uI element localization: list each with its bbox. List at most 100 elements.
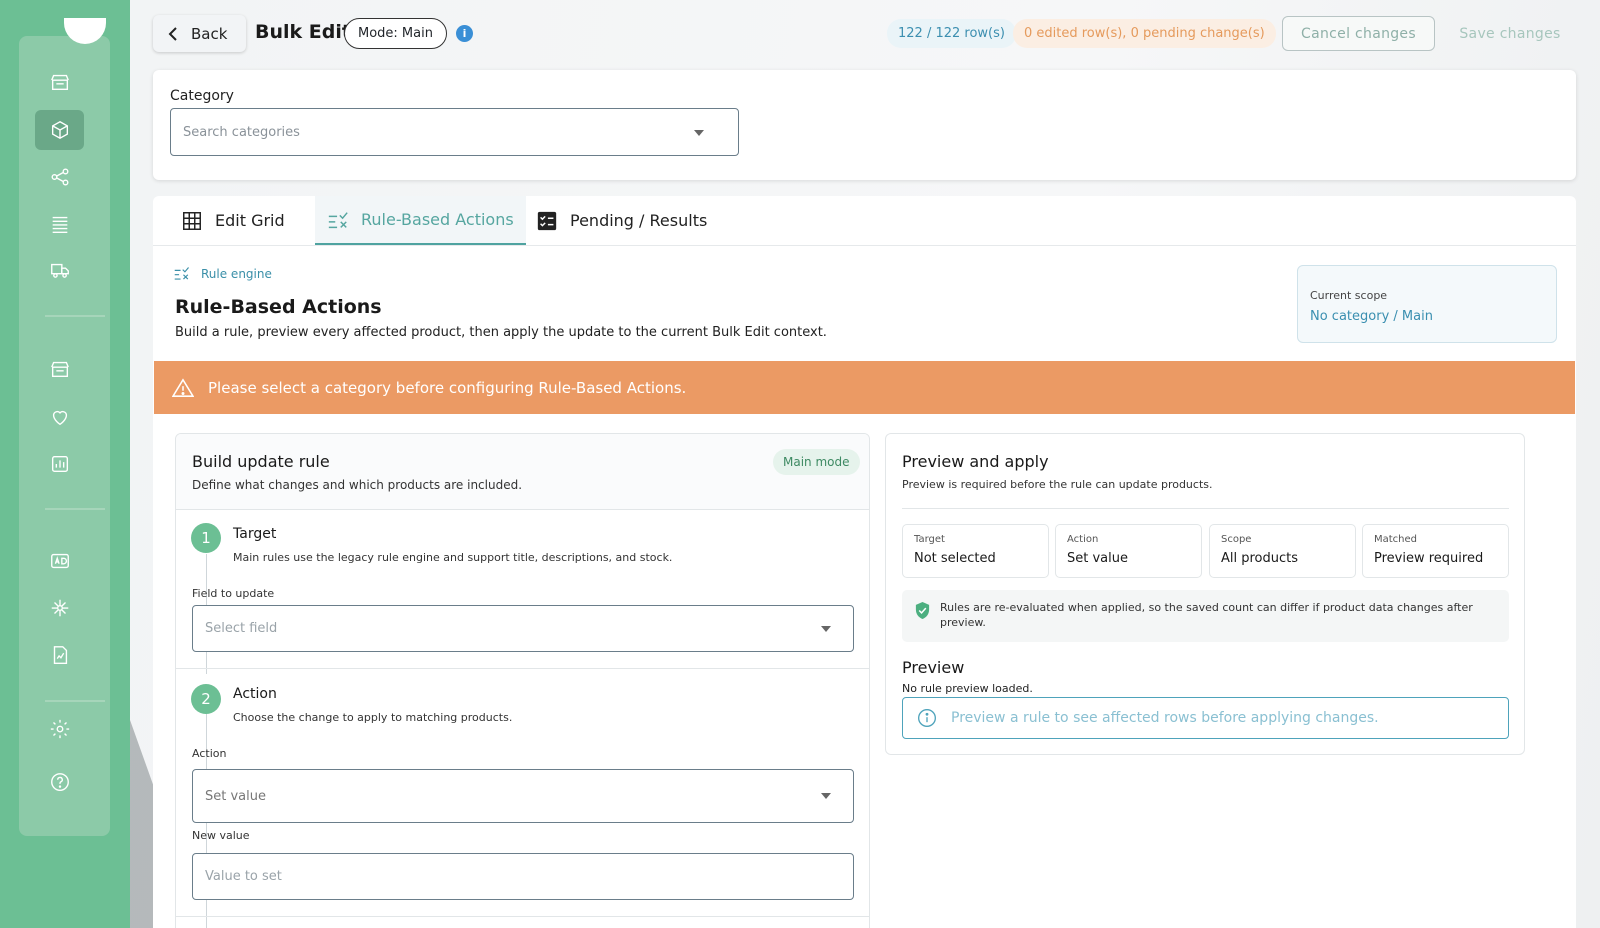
stat-target: Target Not selected xyxy=(902,524,1049,578)
stat-value: Not selected xyxy=(914,551,996,566)
nav-report-icon[interactable] xyxy=(35,444,84,484)
preview-apply-card: Preview and apply Preview is required be… xyxy=(885,433,1525,755)
nav-shop-icon[interactable] xyxy=(35,349,84,389)
nav-help-icon[interactable] xyxy=(35,762,84,802)
stat-label: Action xyxy=(1067,534,1099,545)
preview-info-text: Preview a rule to see affected rows befo… xyxy=(951,710,1379,726)
rule-icon xyxy=(328,211,348,228)
back-button[interactable]: Back xyxy=(153,15,246,52)
field-placeholder: Select field xyxy=(205,621,278,636)
tab-rule-based-actions[interactable]: Rule-Based Actions xyxy=(315,196,526,245)
category-label: Category xyxy=(170,88,234,104)
chevron-left-icon xyxy=(168,26,177,41)
stat-label: Scope xyxy=(1221,534,1252,545)
scope-value: No category / Main xyxy=(1310,309,1433,324)
category-search-select[interactable]: Search categories xyxy=(170,108,739,156)
cancel-changes-button[interactable]: Cancel changes xyxy=(1282,16,1435,51)
top-bar: Back Bulk Edit Mode: Main i 122 / 122 ro… xyxy=(153,15,1574,53)
build-rule-card: Build update rule Define what changes an… xyxy=(175,433,870,928)
tab-edit-grid[interactable]: Edit Grid xyxy=(181,196,285,245)
rule-engine-label: Rule engine xyxy=(173,266,272,282)
nav-share-icon[interactable] xyxy=(35,157,84,197)
field-to-update-select[interactable]: Select field xyxy=(192,605,854,652)
info-icon[interactable]: i xyxy=(456,25,473,42)
app-logo[interactable] xyxy=(64,18,106,44)
stat-action: Action Set value xyxy=(1055,524,1202,578)
warning-text: Please select a category before configur… xyxy=(208,378,687,397)
step-2-badge: 2 xyxy=(191,684,221,714)
warning-icon xyxy=(172,377,194,397)
back-label: Back xyxy=(191,24,228,43)
tab-pending-results[interactable]: Pending / Results xyxy=(536,196,707,245)
left-rail xyxy=(0,0,130,928)
nav-separator xyxy=(45,508,105,510)
re-evaluation-note: Rules are re-evaluated when applied, so … xyxy=(902,590,1509,642)
stat-value: Set value xyxy=(1067,551,1128,566)
new-value-label: New value xyxy=(192,829,250,842)
nav-settings-icon[interactable] xyxy=(35,709,84,749)
action-select[interactable]: Set value xyxy=(192,769,854,823)
stat-value: All products xyxy=(1221,551,1299,566)
nav-analytics-icon[interactable] xyxy=(35,635,84,675)
step-2-title: Action xyxy=(233,686,277,702)
tab-bar: Edit Grid Rule-Based Actions Pending / R… xyxy=(153,196,1576,245)
rule-engine-text: Rule engine xyxy=(201,267,272,281)
step-divider xyxy=(176,916,869,917)
chevron-down-icon xyxy=(694,130,704,136)
action-label: Action xyxy=(192,747,227,760)
checklist-icon xyxy=(537,211,557,230)
section-subtitle: Build a rule, preview every affected pro… xyxy=(175,325,827,340)
nav-products-icon[interactable] xyxy=(35,110,84,150)
preview-empty-text: No rule preview loaded. xyxy=(902,682,1033,695)
info-icon xyxy=(918,709,936,727)
stat-label: Matched xyxy=(1374,534,1418,545)
nav-list-icon[interactable] xyxy=(35,204,84,244)
build-card-header: Build update rule Define what changes an… xyxy=(176,434,869,510)
nav-store-icon[interactable] xyxy=(35,62,84,102)
step-1-title: Target xyxy=(233,526,277,542)
scope-label: Current scope xyxy=(1310,289,1388,302)
nav-separator xyxy=(45,700,105,702)
rule-actions-panel: Rule engine Rule-Based Actions Build a r… xyxy=(153,245,1576,928)
nav-ads-icon[interactable] xyxy=(35,541,84,581)
stat-label: Target xyxy=(914,534,945,545)
field-to-update-label: Field to update xyxy=(192,587,275,600)
new-value-input[interactable]: Value to set xyxy=(192,853,854,900)
tab-label: Rule-Based Actions xyxy=(361,210,514,229)
chevron-down-icon xyxy=(821,626,831,632)
action-value: Set value xyxy=(205,788,266,804)
mode-badge: Mode: Main xyxy=(344,18,447,49)
preview-info-box: Preview a rule to see affected rows befo… xyxy=(902,697,1509,739)
stat-value: Preview required xyxy=(1374,551,1484,566)
step-1-desc: Main rules use the legacy rule engine an… xyxy=(233,551,673,564)
step-2-desc: Choose the change to apply to matching p… xyxy=(233,711,513,724)
nav-truck-icon[interactable] xyxy=(35,250,84,290)
grid-icon xyxy=(183,211,201,230)
shield-check-icon xyxy=(915,602,930,619)
nav-separator xyxy=(45,315,105,317)
warning-banner: Please select a category before configur… xyxy=(154,361,1575,414)
save-changes-button[interactable]: Save changes xyxy=(1445,16,1575,51)
nav-network-icon[interactable] xyxy=(35,588,84,628)
nav-heart-icon[interactable] xyxy=(35,397,84,437)
rule-icon xyxy=(174,267,189,280)
stat-matched: Matched Preview required xyxy=(1362,524,1509,578)
section-title: Rule-Based Actions xyxy=(175,296,382,318)
tab-label: Pending / Results xyxy=(570,211,708,230)
new-value-placeholder: Value to set xyxy=(205,869,282,884)
nav-panel xyxy=(19,18,110,836)
edit-status-badge: 0 edited row(s), 0 pending change(s) xyxy=(1013,19,1276,48)
step-1-badge: 1 xyxy=(191,523,221,553)
stat-scope: Scope All products xyxy=(1209,524,1356,578)
chevron-down-icon xyxy=(821,793,831,799)
preview-subtitle: Preview is required before the rule can … xyxy=(902,478,1213,491)
category-placeholder: Search categories xyxy=(183,124,300,140)
preview-section-title: Preview xyxy=(902,658,965,677)
build-title: Build update rule xyxy=(192,452,330,471)
tab-label: Edit Grid xyxy=(215,211,285,230)
step-divider xyxy=(176,668,869,669)
current-scope-box: Current scope No category / Main xyxy=(1297,265,1557,343)
build-subtitle: Define what changes and which products a… xyxy=(192,478,523,492)
preview-title: Preview and apply xyxy=(902,452,1049,471)
category-card: Category Search categories xyxy=(153,70,1576,180)
